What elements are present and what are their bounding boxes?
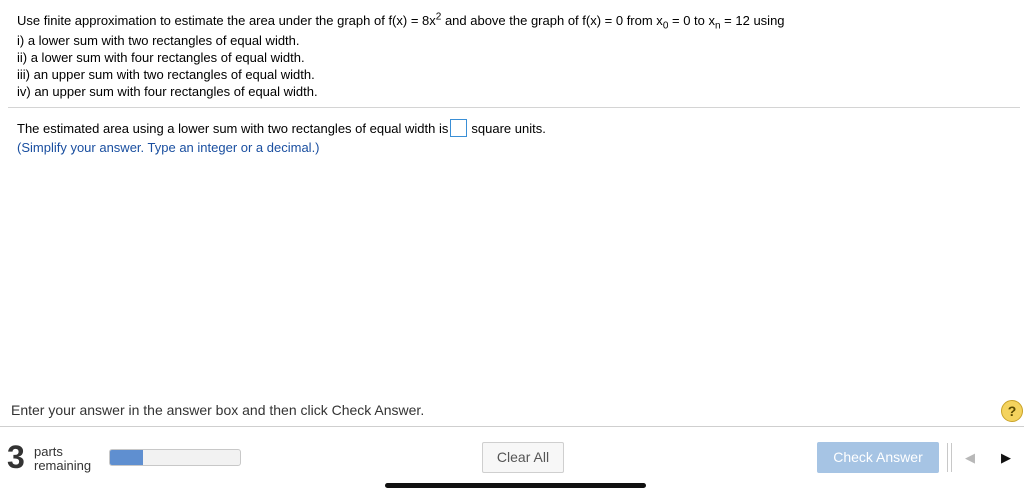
progress-bar (109, 449, 241, 466)
nav-divider (951, 443, 952, 472)
question-text-part: and above the graph of f(x) = 0 from x (441, 13, 663, 28)
progress-fill (110, 450, 143, 465)
question-text-part: = 12 using (720, 13, 785, 28)
footer-divider (0, 426, 1024, 427)
triangle-right-icon[interactable]: ▶ (991, 443, 1021, 473)
parts-label-line: remaining (34, 458, 92, 473)
question-item: ii) a lower sum with four rectangles of … (17, 50, 305, 65)
home-indicator (385, 483, 646, 488)
check-answer-button[interactable]: Check Answer (817, 442, 939, 473)
parts-remaining-label: parts remaining (34, 445, 91, 473)
answer-input[interactable] (450, 119, 468, 137)
nav-divider (947, 443, 948, 472)
answer-hint: (Simplify your answer. Type an integer o… (17, 140, 320, 155)
question-line-1: Use finite approximation to estimate the… (17, 10, 1007, 32)
question-item: iv) an upper sum with four rectangles of… (17, 84, 318, 99)
triangle-left-icon[interactable]: ◀ (955, 443, 985, 473)
question-mark-icon[interactable]: ? (1001, 400, 1023, 422)
divider (8, 107, 1020, 108)
answer-prefix: The estimated area using a lower sum wit… (17, 120, 449, 136)
question-item: i) a lower sum with two rectangles of eq… (17, 33, 300, 48)
parts-remaining-count: 3 (7, 439, 25, 475)
question-text-part: Use finite approximation to estimate the… (17, 13, 436, 28)
parts-label-line: parts (34, 444, 63, 459)
question-text: Use finite approximation to estimate the… (17, 10, 1007, 100)
clear-all-button[interactable]: Clear All (482, 442, 564, 473)
instruction-text: Enter your answer in the answer box and … (11, 402, 425, 418)
question-text-part: = 0 to x (668, 13, 715, 28)
answer-suffix: square units. (471, 120, 546, 136)
question-item: iii) an upper sum with two rectangles of… (17, 67, 315, 82)
answer-area: The estimated area using a lower sum wit… (17, 118, 546, 157)
answer-line: The estimated area using a lower sum wit… (17, 118, 546, 138)
